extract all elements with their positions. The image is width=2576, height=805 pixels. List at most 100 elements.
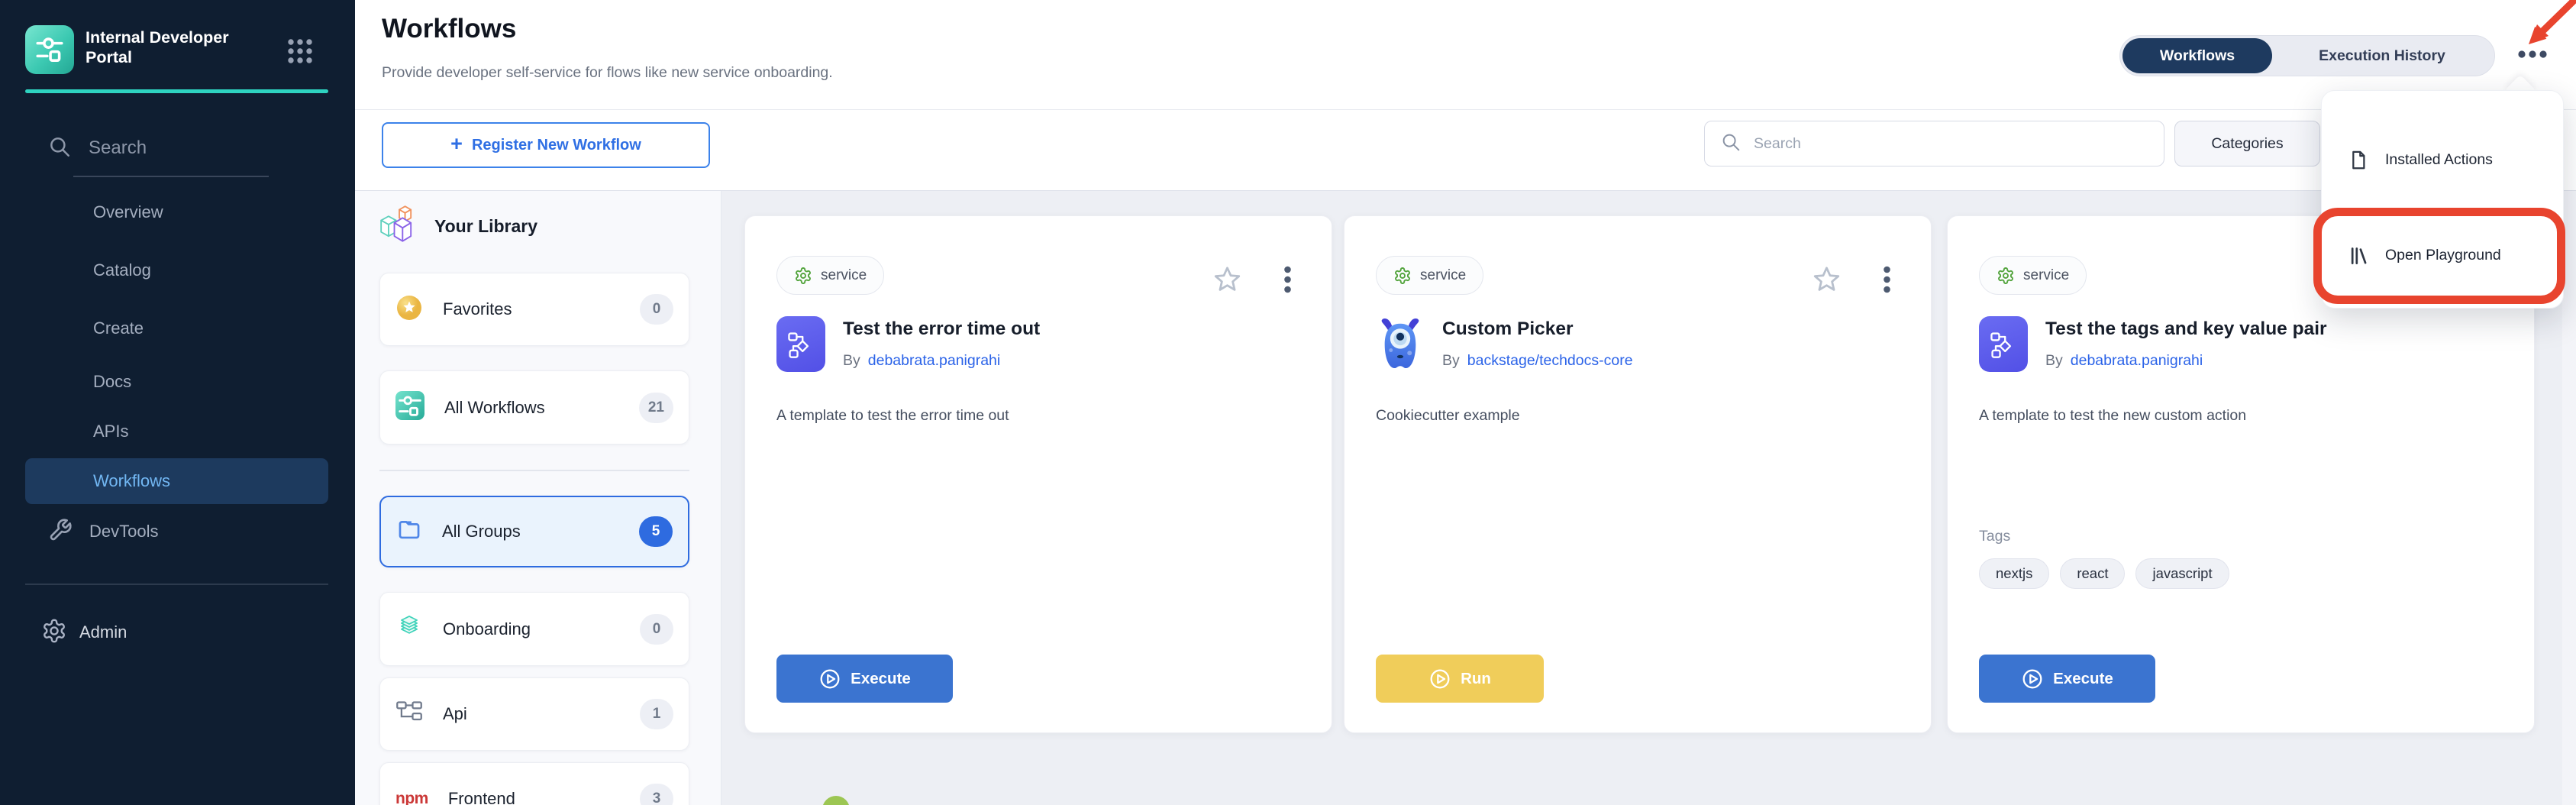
- by-label: By: [2045, 352, 2063, 370]
- count-badge: 3: [640, 784, 673, 805]
- library-item-onboarding[interactable]: Onboarding 0: [379, 592, 689, 666]
- vertical-scrollbar[interactable]: [2562, 191, 2576, 805]
- author-link[interactable]: backstage/techdocs-core: [1467, 352, 1633, 370]
- tab-execution-history[interactable]: Execution History: [2272, 47, 2492, 65]
- library-item-label: All Groups: [442, 522, 619, 542]
- cubes-icon: [379, 205, 419, 248]
- kind-chip-label: service: [1420, 267, 1466, 284]
- execute-button[interactable]: Execute: [776, 655, 953, 703]
- sidebar-item-admin[interactable]: Admin: [41, 617, 301, 648]
- sidebar-item-workflows[interactable]: Workflows: [25, 458, 328, 504]
- author-link[interactable]: debabrata.panigrahi: [2071, 352, 2203, 370]
- by-label: By: [843, 352, 860, 370]
- view-toggle: Workflows Execution History: [2119, 35, 2495, 76]
- sidebar-item-devtools[interactable]: DevTools: [25, 516, 328, 547]
- template-icon: [776, 316, 825, 372]
- monster-icon: [1376, 316, 1425, 372]
- card-menu-icon[interactable]: [1283, 265, 1292, 298]
- count-badge: 0: [640, 294, 673, 325]
- workflow-description: Cookiecutter example: [1376, 406, 1895, 426]
- workflows-logo-icon: [395, 391, 424, 424]
- count-badge: 0: [640, 614, 673, 645]
- sidebar-item-admin-label: Admin: [79, 622, 127, 642]
- menu-item-open-playground[interactable]: Open Playground: [2322, 228, 2565, 282]
- workflow-card: service Custom Picker: [1344, 215, 1932, 733]
- gear-icon: [1997, 267, 2015, 285]
- gear-icon: [41, 618, 67, 648]
- run-button[interactable]: Run: [1376, 655, 1544, 703]
- sidebar-item-apis[interactable]: APIs: [25, 419, 328, 445]
- npm-logo: npm: [395, 790, 428, 805]
- tag-pill: nextjs: [1979, 558, 2049, 589]
- app-window: Internal Developer Portal Search Overvie…: [0, 0, 2576, 805]
- overflow-menu: Installed Actions Open Playground: [2321, 90, 2564, 309]
- register-new-workflow-label: Register New Workflow: [472, 137, 641, 154]
- sidebar: Internal Developer Portal Search Overvie…: [0, 0, 355, 805]
- library-item-api[interactable]: Api 1: [379, 677, 689, 751]
- search-input[interactable]: [1752, 134, 2148, 154]
- gear-icon: [794, 267, 812, 285]
- search-underline: [73, 176, 269, 177]
- library-header: Your Library: [379, 203, 537, 249]
- execute-label: Execute: [2053, 670, 2113, 688]
- play-icon: [2021, 668, 2044, 690]
- kind-chip: service: [1979, 256, 2087, 295]
- library-item-label: All Workflows: [444, 398, 619, 418]
- library-item-favorites[interactable]: Favorites 0: [379, 273, 689, 346]
- template-icon: [1979, 316, 2028, 372]
- library-item-all-workflows[interactable]: All Workflows 21: [379, 370, 689, 445]
- workflow-description: A template to test the new custom action: [1979, 406, 2498, 426]
- library-item-all-groups[interactable]: All Groups 5: [379, 496, 689, 567]
- by-label: By: [1442, 352, 1460, 370]
- execute-label: Execute: [851, 670, 911, 688]
- app-grid-icon[interactable]: [286, 37, 315, 70]
- brand-title: Internal Developer Portal: [86, 27, 276, 67]
- menu-item-installed-actions[interactable]: Installed Actions: [2322, 133, 2565, 186]
- play-icon: [1428, 668, 1451, 690]
- favorite-star-icon[interactable]: [1213, 265, 1241, 297]
- folder-icon: [396, 517, 422, 547]
- plus-icon: +: [450, 132, 463, 156]
- play-icon: [818, 668, 841, 690]
- sidebar-search-label: Search: [89, 137, 147, 159]
- gear-icon: [1393, 267, 1412, 285]
- library-divider: [379, 470, 689, 471]
- workflow-card: service Test the error time out By debab…: [744, 215, 1332, 733]
- ellipsis-icon: [2516, 44, 2549, 65]
- library-item-frontend[interactable]: npm Frontend 3: [379, 762, 689, 805]
- categories-label: Categories: [2211, 135, 2283, 153]
- library-title: Your Library: [434, 216, 537, 237]
- categories-dropdown[interactable]: Categories: [2174, 121, 2320, 166]
- sidebar-item-docs[interactable]: Docs: [25, 369, 328, 395]
- sidebar-item-create[interactable]: Create: [25, 315, 328, 341]
- register-new-workflow-button[interactable]: + Register New Workflow: [382, 122, 710, 168]
- document-icon: [2348, 150, 2368, 170]
- author-link[interactable]: debabrata.panigrahi: [868, 352, 1000, 370]
- overflow-menu-button[interactable]: [2515, 43, 2550, 66]
- sidebar-item-overview[interactable]: Overview: [25, 199, 328, 225]
- library-item-label: Api: [443, 704, 620, 724]
- library-item-label: Onboarding: [443, 619, 620, 639]
- menu-item-label: Open Playground: [2385, 247, 2501, 264]
- workflow-description: A template to test the error time out: [776, 406, 1296, 426]
- kind-chip: service: [776, 256, 884, 295]
- sidebar-divider: [25, 584, 328, 585]
- execute-button[interactable]: Execute: [1979, 655, 2155, 703]
- wrench-icon: [25, 518, 73, 546]
- sidebar-search[interactable]: Search: [47, 131, 299, 165]
- favorite-star-icon[interactable]: [1813, 265, 1841, 297]
- layers-icon: [395, 613, 423, 645]
- sidebar-item-catalog[interactable]: Catalog: [25, 257, 328, 283]
- card-menu-icon[interactable]: [1883, 265, 1891, 298]
- library-item-label: Frontend: [448, 789, 620, 805]
- tags-row: nextjs react javascript: [1979, 558, 2229, 589]
- kind-chip: service: [1376, 256, 1483, 295]
- tab-workflows[interactable]: Workflows: [2122, 38, 2272, 73]
- brand-logo-icon[interactable]: [25, 25, 74, 74]
- star-badge-icon: [395, 294, 423, 325]
- workflow-title: Test the tags and key value pair: [2045, 318, 2327, 340]
- sitemap-icon: [395, 699, 423, 730]
- sidebar-item-devtools-label: DevTools: [73, 522, 158, 542]
- workflow-title: Custom Picker: [1442, 318, 1574, 340]
- count-badge: 1: [640, 699, 673, 729]
